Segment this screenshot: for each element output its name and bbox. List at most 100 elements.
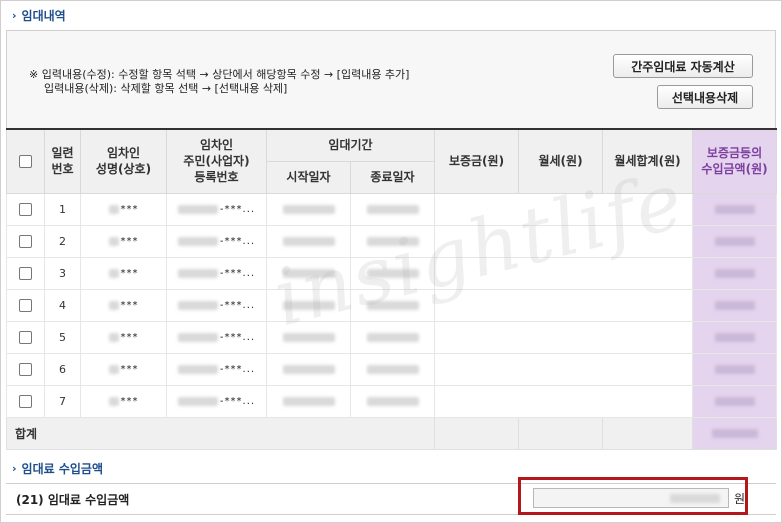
name-mask: *** bbox=[120, 299, 139, 311]
row-checkbox[interactable] bbox=[19, 330, 32, 344]
total-label: 합계 bbox=[5, 416, 436, 450]
blurred-value bbox=[282, 237, 335, 246]
blurred-value bbox=[714, 301, 755, 310]
table-row[interactable]: 7 *** -***... bbox=[6, 384, 778, 418]
row-deposit bbox=[434, 384, 519, 418]
blurred-value bbox=[177, 236, 218, 246]
row-deposit-income bbox=[692, 192, 778, 226]
row-checkbox[interactable] bbox=[19, 362, 32, 376]
regno-mask: -***... bbox=[219, 395, 256, 407]
row-checkbox[interactable] bbox=[19, 298, 32, 312]
blurred-value bbox=[108, 204, 119, 214]
blurred-value bbox=[366, 237, 419, 246]
blurred-value bbox=[366, 333, 419, 342]
row-tenant-regno: -***... bbox=[166, 352, 267, 386]
header-select-all bbox=[6, 128, 45, 194]
blurred-value bbox=[714, 205, 755, 214]
row-tenant-regno: -***... bbox=[166, 288, 267, 322]
row-monthly-rent bbox=[518, 224, 603, 258]
header-rent-total: 월세합계(원) bbox=[602, 128, 694, 194]
delete-selected-button[interactable]: 선택내용삭제 bbox=[657, 85, 753, 109]
row-deposit bbox=[434, 288, 519, 322]
row-checkbox[interactable] bbox=[19, 266, 32, 280]
row-tenant-regno: -***... bbox=[166, 192, 267, 226]
row-deposit bbox=[434, 192, 519, 226]
row-end-date bbox=[349, 224, 436, 258]
blurred-value bbox=[177, 268, 218, 278]
row-monthly-rent bbox=[518, 320, 603, 354]
total-row: 합계 bbox=[5, 416, 778, 450]
blurred-value bbox=[282, 365, 335, 374]
row-end-date bbox=[349, 320, 436, 354]
blurred-value bbox=[714, 269, 755, 278]
chevron-right-icon: › bbox=[12, 9, 17, 22]
header-start-date: 시작일자 bbox=[266, 160, 351, 194]
select-all-checkbox[interactable] bbox=[19, 155, 32, 169]
blurred-value bbox=[711, 429, 758, 438]
row-tenant-name: *** bbox=[80, 352, 167, 386]
row-monthly-rent bbox=[518, 256, 603, 290]
row-tenant-name: *** bbox=[80, 224, 167, 258]
header-tenant-regno-label: 임차인 주민(사업자) 등록번호 bbox=[183, 138, 250, 185]
row-checkbox[interactable] bbox=[19, 394, 32, 408]
header-deposit-income-label: 보증금등의 수입금액(원) bbox=[701, 146, 768, 177]
blurred-value bbox=[366, 365, 419, 374]
blurred-value bbox=[108, 236, 119, 246]
notice-line-delete: 입력내용(삭제): 삭제할 항목 선택 → [선택내용 삭제] bbox=[44, 82, 288, 95]
table-row[interactable]: 4 *** -***... bbox=[6, 288, 778, 322]
header-end-date-label: 종료일자 bbox=[370, 170, 415, 184]
row-rent-total bbox=[602, 320, 693, 354]
table-row[interactable]: 5 *** -***... bbox=[6, 320, 778, 354]
row-end-date bbox=[349, 384, 436, 418]
table-row[interactable]: 3 *** -***... bbox=[6, 256, 778, 290]
name-mask: *** bbox=[120, 235, 139, 247]
regno-mask: -***... bbox=[219, 235, 256, 247]
section-title: 임대내역 bbox=[21, 9, 66, 23]
row-rent-total bbox=[602, 256, 693, 290]
header-tenant-regno: 임차인 주민(사업자) 등록번호 bbox=[166, 128, 267, 194]
blurred-value bbox=[108, 364, 119, 374]
header-period: 임대기간 bbox=[265, 128, 436, 162]
row-select-cell bbox=[6, 384, 45, 418]
name-mask: *** bbox=[120, 203, 139, 215]
blurred-value bbox=[177, 204, 218, 214]
section-rental-income-heading: › 임대료 수입금액 bbox=[12, 460, 103, 477]
blurred-value bbox=[108, 300, 119, 310]
row-deposit bbox=[434, 256, 519, 290]
row-tenant-name: *** bbox=[80, 384, 167, 418]
blurred-value bbox=[714, 237, 755, 246]
row-serial: 4 bbox=[44, 288, 81, 322]
row-rent-total bbox=[602, 352, 693, 386]
blurred-value bbox=[366, 205, 419, 214]
table-row[interactable]: 6 *** -***... bbox=[6, 352, 778, 386]
row-checkbox[interactable] bbox=[19, 202, 32, 216]
blurred-value bbox=[714, 365, 755, 374]
name-mask: *** bbox=[120, 395, 139, 407]
row-end-date bbox=[349, 352, 436, 386]
notice-text: ※ 입력내용(수정): 수정할 항목 석택 → 상단에서 해당항목 수정 → [… bbox=[29, 68, 409, 96]
row-deposit-income bbox=[692, 256, 778, 290]
rental-income-label: (21) 임대료 수입금액 bbox=[16, 492, 130, 507]
row-tenant-regno: -***... bbox=[166, 224, 267, 258]
row-end-date bbox=[349, 192, 436, 226]
row-end-date bbox=[349, 256, 436, 290]
row-monthly-rent bbox=[518, 192, 603, 226]
table-row[interactable]: 1 *** -***... bbox=[6, 192, 778, 226]
blurred-value bbox=[108, 332, 119, 342]
header-serial-label: 일련 번호 bbox=[51, 146, 74, 177]
row-tenant-regno: -***... bbox=[166, 320, 267, 354]
row-select-cell bbox=[6, 256, 45, 290]
blurred-value bbox=[177, 364, 218, 374]
header-serial: 일련 번호 bbox=[44, 128, 81, 194]
row-rent-total bbox=[602, 192, 693, 226]
auto-calc-deemed-rent-button[interactable]: 간주임대료 자동계산 bbox=[613, 54, 753, 78]
blurred-value bbox=[108, 268, 119, 278]
row-checkbox[interactable] bbox=[19, 234, 32, 248]
row-monthly-rent bbox=[518, 384, 603, 418]
table-row[interactable]: 2 *** -***... bbox=[6, 224, 778, 258]
row-start-date bbox=[266, 224, 351, 258]
row-rent-total bbox=[602, 224, 693, 258]
blurred-value bbox=[282, 205, 335, 214]
header-end-date: 종료일자 bbox=[349, 160, 436, 194]
table-body: 1 *** -***... 2 *** -***... 3 *** -***... 4 *** -**… bbox=[6, 192, 778, 418]
